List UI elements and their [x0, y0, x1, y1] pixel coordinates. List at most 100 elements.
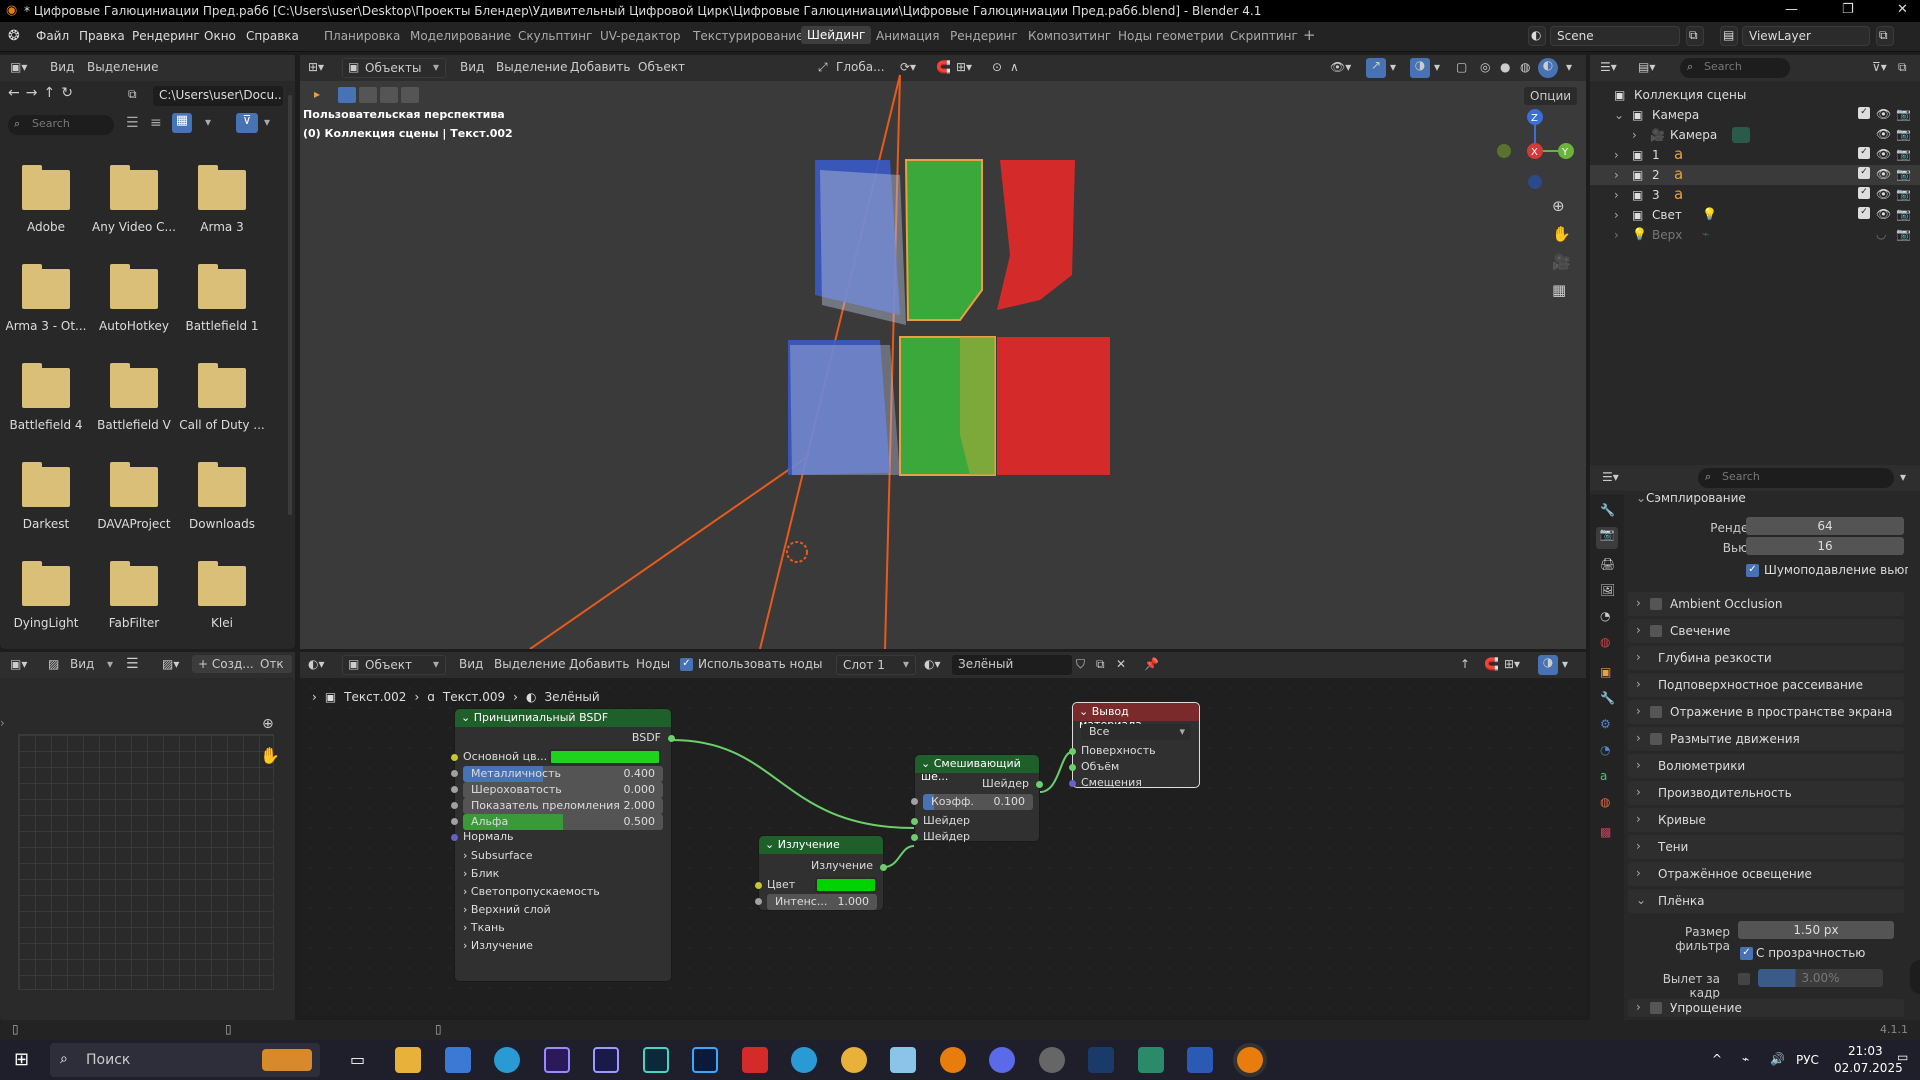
tray-chevron-icon[interactable]: ^ — [1712, 1052, 1722, 1066]
view-layer-tab-icon[interactable]: 🖼 — [1600, 583, 1615, 597]
scene-tab-icon[interactable]: ◔ — [1600, 609, 1610, 623]
folder-item[interactable]: Any Video C... — [92, 165, 176, 234]
material-name-field[interactable]: Зелёный — [952, 655, 1072, 675]
sampling-section[interactable]: ⌄ Сэмплирование — [1628, 489, 1904, 513]
transparent-checkbox[interactable]: ✓ — [1740, 947, 1753, 960]
camera-render-icon[interactable]: 📷 — [1896, 187, 1911, 201]
input-socket[interactable] — [451, 770, 458, 777]
node-header[interactable]: ⌄ Вывод материала — [1073, 703, 1199, 731]
snap-icon[interactable]: 🧲 — [1484, 657, 1499, 671]
menu-file[interactable]: Файл — [36, 29, 69, 43]
exclude-checkbox[interactable]: ✓ — [1858, 147, 1870, 159]
filter-size-field[interactable]: 1.50 px — [1738, 921, 1894, 939]
clock-time[interactable]: 21:03 — [1848, 1044, 1883, 1058]
folder-item[interactable]: Klei — [192, 561, 252, 630]
editor-type-icon[interactable]: ◐▾ — [308, 657, 325, 671]
material-browse-icon[interactable]: ◐▾ — [924, 657, 941, 671]
input-socket[interactable] — [911, 834, 918, 841]
folder-item[interactable]: FabFilter — [104, 561, 164, 630]
scene-selector[interactable]: Scene — [1550, 26, 1680, 46]
3d-viewport[interactable]: ⊞▾ ▣ Объекты ▾ Вид Выделение Добавить Об… — [300, 55, 1586, 649]
unlink-material-icon[interactable]: ✕ — [1116, 657, 1126, 671]
eye-icon[interactable]: 👁 — [1876, 187, 1891, 201]
base-color-swatch[interactable] — [549, 749, 661, 765]
emission-color-swatch[interactable] — [815, 877, 877, 893]
outliner-row[interactable]: › ▣ 3 a ✓ 👁 📷 — [1590, 185, 1920, 205]
overscan-field[interactable]: 3.00% — [1758, 969, 1883, 987]
filter-dropdown-icon[interactable]: ▾ — [264, 115, 270, 129]
input-socket[interactable] — [451, 754, 458, 761]
folder-item[interactable]: Darkest — [16, 462, 76, 531]
section-checkbox[interactable] — [1650, 598, 1662, 610]
panel-coat[interactable]: › Верхний слой — [463, 903, 551, 916]
alpha-field[interactable]: Альфа 0.500 — [463, 814, 663, 830]
filter-icon[interactable]: ⊽ — [236, 113, 258, 133]
after-effects-icon[interactable] — [593, 1047, 619, 1073]
overlays-icon[interactable]: ◑ — [1538, 655, 1558, 675]
eye-icon[interactable]: 👁 — [1876, 167, 1891, 181]
blender-icon[interactable] — [940, 1047, 966, 1073]
section-motion-blur[interactable]: › Размытие движения — [1628, 727, 1904, 751]
chevron-right-icon[interactable]: › — [1632, 128, 1637, 142]
render-samples-field[interactable]: 64 — [1746, 517, 1904, 535]
view-layer-selector[interactable]: ViewLayer — [1742, 26, 1870, 46]
hamburger-menu-icon[interactable]: ☰ — [126, 656, 139, 672]
new-view-layer-icon[interactable]: ⧉ — [1876, 26, 1894, 46]
section-ssr[interactable]: › Отражение в пространстве экрана — [1628, 700, 1904, 724]
image-browse-icon[interactable]: ▨▾ — [162, 657, 179, 671]
emission-node[interactable]: ⌄ Излучение Излучение Цвет Интенс... 1.00… — [755, 835, 887, 911]
pan-hand-icon[interactable]: ✋ — [260, 746, 280, 765]
fake-user-icon[interactable]: ⛉ — [1076, 657, 1085, 672]
input-socket[interactable] — [451, 802, 458, 809]
node-editor-canvas[interactable]: › ▣ Текст.002 › ɑ Текст.009 › ◐ Зелёный … — [300, 678, 1586, 1016]
section-simplify[interactable]: › Упрощение — [1628, 999, 1904, 1017]
file-search-input[interactable]: ⌕ Search — [8, 115, 114, 135]
word-icon[interactable] — [1187, 1047, 1213, 1073]
input-socket[interactable] — [755, 882, 762, 889]
folder-item[interactable]: Arma 3 — [192, 165, 252, 234]
eye-icon[interactable]: 👁 — [1876, 127, 1891, 141]
slot-selector[interactable]: Слот 1 ▾ — [836, 655, 916, 675]
section-checkbox[interactable] — [1650, 1002, 1662, 1014]
exclude-checkbox[interactable]: ✓ — [1858, 187, 1870, 199]
uv-grid[interactable] — [18, 734, 274, 990]
camera-render-icon[interactable]: 📷 — [1896, 147, 1911, 161]
material-tab-icon[interactable]: ◍ — [1600, 795, 1610, 809]
eye-icon[interactable]: 👁 — [1876, 107, 1891, 121]
tab-scripting[interactable]: Скриптинг — [1230, 29, 1298, 43]
section-checkbox[interactable] — [1650, 625, 1662, 637]
folder-item[interactable]: DAVAProject — [97, 462, 171, 531]
volume-icon[interactable]: 🔊 — [1770, 1052, 1785, 1066]
telegram-icon[interactable] — [791, 1047, 817, 1073]
roughness-field[interactable]: Шероховатость 0.000 — [463, 782, 663, 798]
data-tab-icon[interactable]: a — [1600, 769, 1607, 783]
add-workspace-icon[interactable]: + — [1303, 26, 1316, 44]
mix-output-socket[interactable] — [1036, 781, 1043, 788]
input-socket[interactable] — [451, 818, 458, 825]
folder-item[interactable]: Downloads — [189, 462, 255, 531]
section-checkbox[interactable] — [1650, 706, 1662, 718]
mix-shader-node[interactable]: ⌄ Смешивающий ше... Шейдер Коэфф. 0.100 Ш… — [911, 754, 1043, 843]
section-dof[interactable]: › Глубина резкости — [1628, 646, 1904, 670]
tab-texture[interactable]: Текстурирование — [693, 29, 803, 43]
metallic-field[interactable]: Металличность 0.400 — [463, 766, 663, 782]
menu-view[interactable]: Вид — [50, 60, 74, 74]
tab-animation[interactable]: Анимация — [876, 29, 939, 43]
fac-field[interactable]: Коэфф. 0.100 — [923, 794, 1033, 810]
audition-icon[interactable] — [643, 1047, 669, 1073]
outliner-row[interactable]: ⌄ ▣ Камера ✓ 👁 📷 — [1590, 105, 1920, 125]
filter-icon[interactable]: ⊽▾ — [1872, 60, 1887, 74]
input-socket[interactable] — [911, 798, 918, 805]
properties-search-input[interactable]: ⌕ Search — [1698, 468, 1894, 488]
chevron-right-icon[interactable]: › — [1614, 188, 1619, 202]
exclude-checkbox[interactable]: ✓ — [1858, 207, 1870, 219]
green-letter-top[interactable] — [904, 159, 983, 321]
camera-data-icon[interactable] — [1732, 127, 1750, 143]
camera-render-icon[interactable]: 📷 — [1896, 227, 1911, 241]
emission-output-socket[interactable] — [880, 864, 887, 871]
new-image-button[interactable]: + Созд... — [192, 655, 260, 673]
outliner-row[interactable]: › ▣ 2 a ✓ 👁 📷 — [1590, 165, 1920, 185]
view-mode-icon[interactable]: ▨ — [48, 657, 59, 671]
tab-shading[interactable]: Шейдинг — [801, 26, 872, 44]
use-nodes-checkbox[interactable]: ✓ — [680, 658, 693, 671]
